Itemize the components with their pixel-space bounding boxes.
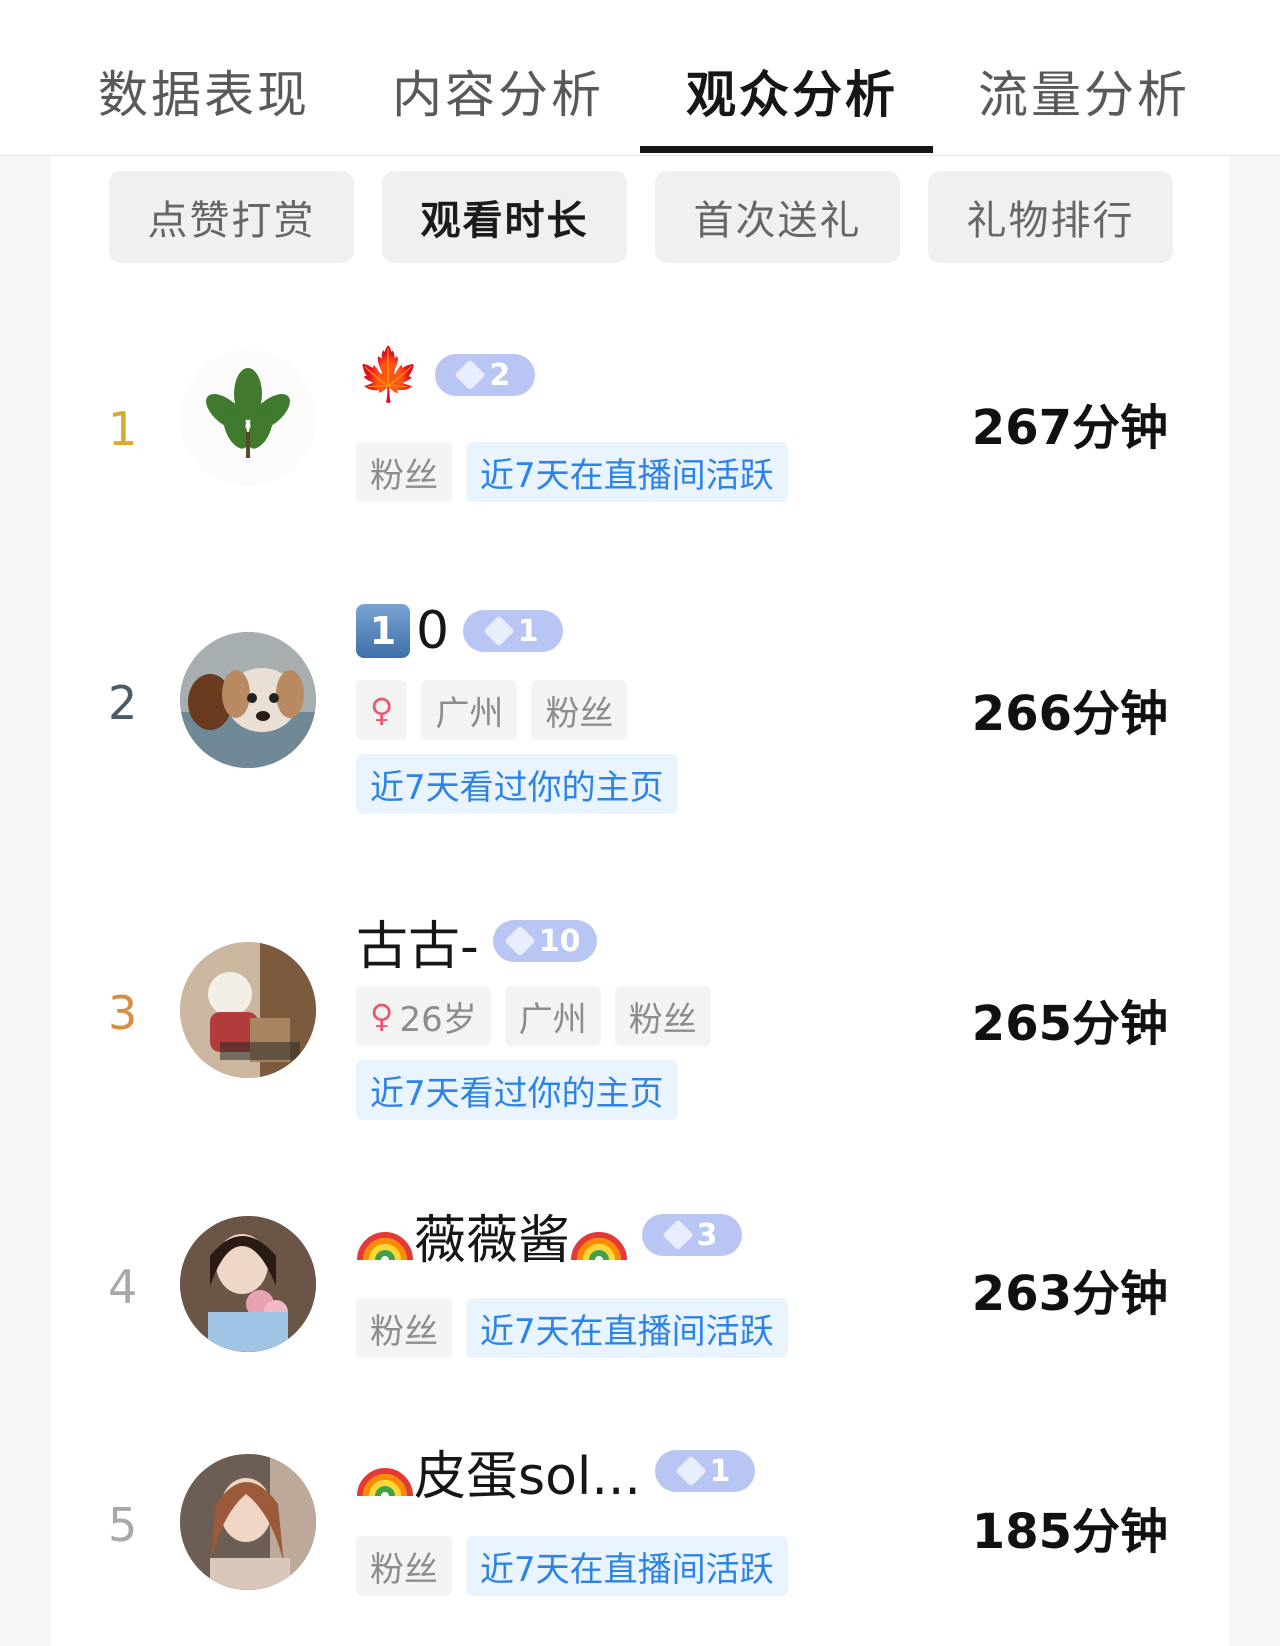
diamond-icon: [504, 925, 536, 957]
activity-chip: 近7天在直播间活跃: [466, 1536, 788, 1596]
subtab-first-gift[interactable]: 首次送礼: [655, 171, 900, 263]
tab-traffic-analysis[interactable]: 流量分析: [978, 55, 1190, 127]
activity-chip: 近7天看过你的主页: [356, 1060, 678, 1120]
activity-chip: 近7天看过你的主页: [356, 754, 678, 814]
activity-list: 近7天看过你的主页: [356, 1060, 678, 1120]
rank-number: 2: [108, 676, 138, 730]
diamond-icon: [662, 1219, 694, 1251]
diamond-icon: [483, 615, 515, 647]
tag-chip: 广州: [504, 986, 601, 1046]
viewer-name-line: 古古- 10: [356, 906, 597, 977]
tab-content-analysis[interactable]: 内容分析: [392, 55, 604, 127]
activity-chip: 近7天在直播间活跃: [466, 1298, 788, 1358]
fan-level-badge: 3: [642, 1214, 743, 1256]
cartoon-photo-avatar: [180, 942, 316, 1078]
viewer-name-line: 1 0 1: [356, 596, 564, 666]
tag-list: 粉丝 近7天在直播间活跃: [356, 1298, 788, 1358]
tag-list: ♀ 26岁 广州 粉丝: [356, 986, 711, 1046]
watch-duration: 263分钟: [971, 1266, 1168, 1322]
rainbow-icon: [570, 1206, 628, 1264]
fan-level-badge: 1: [654, 1450, 755, 1492]
avatar[interactable]: [180, 350, 316, 486]
badge-level: 2: [489, 357, 511, 393]
badge-level: 3: [696, 1217, 718, 1253]
tag-list: ♀ 广州 粉丝: [356, 680, 628, 740]
active-tab-indicator: [640, 146, 933, 153]
tag-chip: 粉丝: [356, 1536, 452, 1596]
tab-audience-analysis[interactable]: 观众分析: [686, 55, 898, 127]
viewer-name: 0: [416, 601, 450, 661]
maple-leaf-icon: 🍁: [356, 345, 421, 405]
tag-chip: 粉丝: [356, 1298, 452, 1358]
subtab-likes-tips[interactable]: 点赞打赏: [109, 171, 354, 263]
rainbow-icon: [356, 1442, 414, 1500]
gender-chip: ♀: [356, 680, 408, 740]
female-icon: ♀: [370, 691, 394, 729]
age-chip: ♀ 26岁: [356, 986, 491, 1046]
avatar[interactable]: [180, 942, 316, 1078]
rank-number: 5: [108, 1498, 138, 1552]
tab-data-performance[interactable]: 数据表现: [98, 55, 310, 127]
viewer-name: 皮蛋sol...: [414, 1446, 641, 1507]
tag-chip: 粉丝: [614, 986, 711, 1046]
rank-number: 3: [108, 986, 138, 1040]
rank-number: 1: [108, 402, 138, 456]
diamond-icon: [674, 1455, 707, 1487]
watch-duration: 185分钟: [971, 1504, 1168, 1560]
viewer-name: 古古-: [356, 916, 479, 977]
woman-photo-avatar: [180, 1216, 316, 1352]
fan-level-badge: 1: [463, 610, 564, 652]
keycap-one-icon: 1: [356, 604, 410, 658]
activity-list: 近7天看过你的主页: [356, 754, 678, 814]
watch-duration: 267分钟: [971, 400, 1168, 456]
avatar[interactable]: [180, 1216, 316, 1352]
badge-level: 1: [517, 613, 539, 649]
age-label: 26岁: [399, 999, 477, 1040]
subtab-gift-ranking[interactable]: 礼物排行: [928, 171, 1173, 263]
rank-number: 4: [108, 1260, 138, 1314]
top-tab-bar: 数据表现 内容分析 观众分析 流量分析: [0, 0, 1280, 156]
badge-level: 1: [709, 1453, 731, 1489]
diamond-icon: [454, 359, 486, 391]
fan-level-badge: 2: [434, 354, 535, 396]
tag-list: 粉丝 近7天在直播间活跃: [356, 1536, 788, 1596]
watch-duration: 265分钟: [971, 996, 1168, 1052]
tag-chip: 广州: [421, 680, 518, 740]
dog-photo-avatar: [180, 632, 316, 768]
leaf-avatar-icon: [180, 350, 316, 486]
viewer-name-line: 皮蛋sol... 1: [356, 1436, 755, 1507]
activity-chip: 近7天在直播间活跃: [466, 442, 788, 502]
woman-photo-avatar: [180, 1454, 316, 1590]
tag-list: 粉丝 近7天在直播间活跃: [356, 442, 788, 502]
female-icon: ♀: [370, 997, 394, 1035]
viewer-name-line: 🍁 2: [356, 340, 535, 410]
tag-chip: 粉丝: [356, 442, 452, 502]
subtab-watch-time[interactable]: 观看时长: [382, 171, 627, 263]
badge-level: 10: [538, 923, 581, 959]
tag-chip: 粉丝: [531, 680, 628, 740]
watch-duration: 266分钟: [971, 686, 1168, 742]
rainbow-icon: [356, 1206, 414, 1264]
fan-level-badge: 10: [492, 920, 597, 962]
viewer-name: 薇薇酱: [414, 1210, 571, 1271]
avatar[interactable]: [180, 1454, 316, 1590]
avatar[interactable]: [180, 632, 316, 768]
viewer-name-line: 薇薇酱 3: [356, 1200, 743, 1271]
